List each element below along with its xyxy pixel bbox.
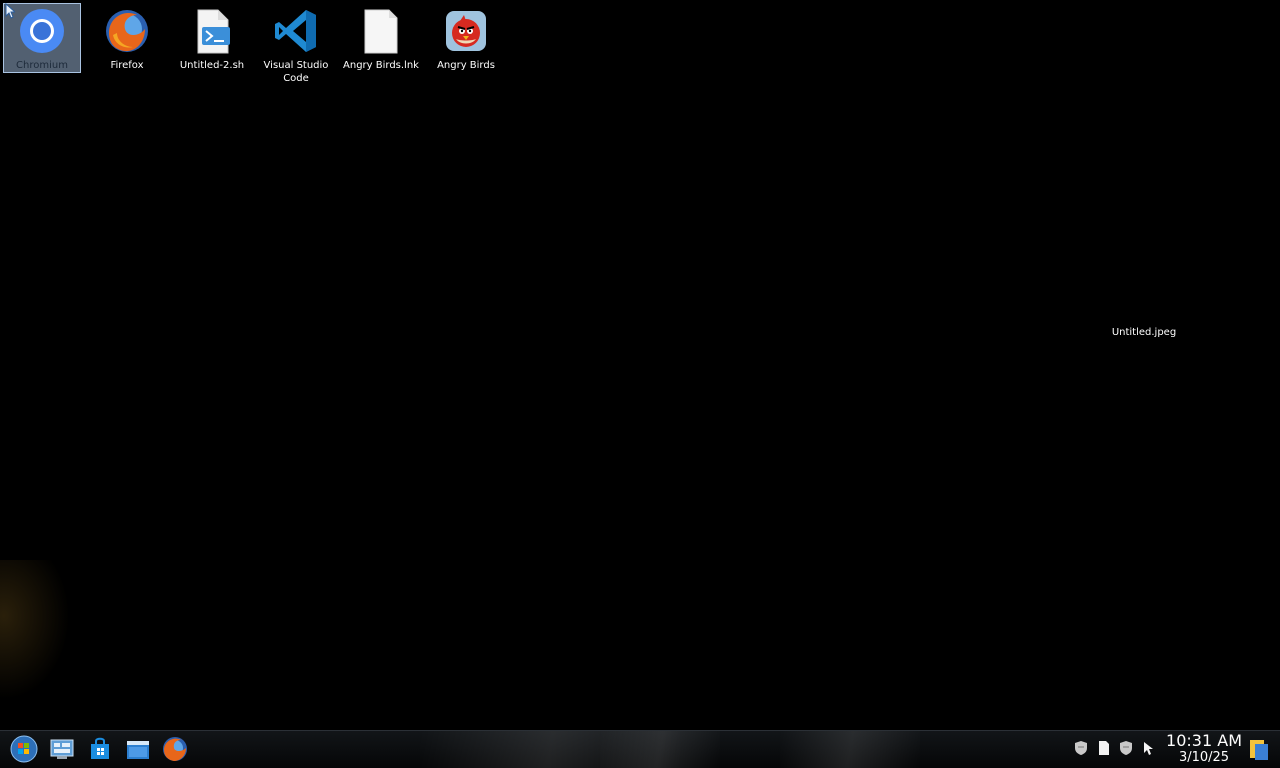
desktop-icon-label: Firefox — [110, 60, 144, 71]
start-button[interactable] — [10, 735, 38, 763]
desktop[interactable]: Chromium Firefox Untitled-2.sh Visual St… — [0, 0, 1280, 730]
desktop-icon-angry-birds[interactable]: Angry Birds — [427, 3, 505, 87]
taskbar-sheen — [780, 731, 920, 768]
desktop-icon-angry-birds-lnk[interactable]: Angry Birds.lnk — [342, 3, 420, 87]
desktop-file-untitled-jpeg[interactable]: Untitled.jpeg — [1100, 327, 1188, 338]
cursor-icon[interactable] — [1141, 741, 1155, 757]
notification-flag-icon — [1250, 740, 1268, 760]
script-file-icon — [188, 7, 236, 55]
vscode-icon — [272, 7, 320, 55]
chromium-icon — [18, 7, 66, 55]
firefox-icon — [163, 737, 187, 761]
file-explorer-icon — [127, 741, 149, 759]
desktop-icon-untitled-2-sh[interactable]: Untitled-2.sh — [173, 3, 251, 87]
taskbar-store-button[interactable] — [86, 735, 114, 763]
desktop-icon-label: Untitled-2.sh — [179, 60, 245, 71]
desktop-icon-label: Angry Birds — [437, 60, 495, 71]
start-orb-icon — [10, 735, 38, 763]
desktop-icon-vscode[interactable]: Visual Studio Code — [257, 3, 335, 87]
taskbar-firefox-button[interactable] — [161, 735, 189, 763]
show-desktop-button[interactable] — [1248, 736, 1270, 766]
mouse-cursor-icon — [5, 3, 15, 19]
shield-icon[interactable] — [1119, 740, 1133, 756]
blank-file-icon — [357, 7, 405, 55]
wallpaper-glow — [0, 560, 70, 700]
clock-date: 3/10/25 — [1178, 750, 1230, 765]
taskbar-clock[interactable]: 10:31 AM 3/10/25 — [1166, 732, 1242, 766]
desktop-icon-label: Chromium — [16, 60, 68, 71]
taskbar-file-explorer-button[interactable] — [124, 735, 152, 763]
desktop-icon-firefox[interactable]: Firefox — [88, 3, 166, 87]
shield-icon[interactable] — [1074, 740, 1088, 756]
control-panel-icon — [50, 739, 74, 759]
desktop-icon-label: Visual Studio Code — [263, 60, 329, 84]
store-icon — [91, 737, 109, 759]
firefox-icon — [103, 7, 151, 55]
document-icon[interactable] — [1097, 740, 1111, 756]
angry-birds-icon — [442, 7, 490, 55]
taskbar-sheen — [600, 731, 720, 768]
taskbar: 10:31 AM 3/10/25 — [0, 730, 1280, 768]
taskbar-control-panel-button[interactable] — [48, 735, 76, 763]
desktop-icon-label: Angry Birds.lnk — [343, 60, 419, 71]
clock-time: 10:31 AM — [1166, 731, 1242, 750]
